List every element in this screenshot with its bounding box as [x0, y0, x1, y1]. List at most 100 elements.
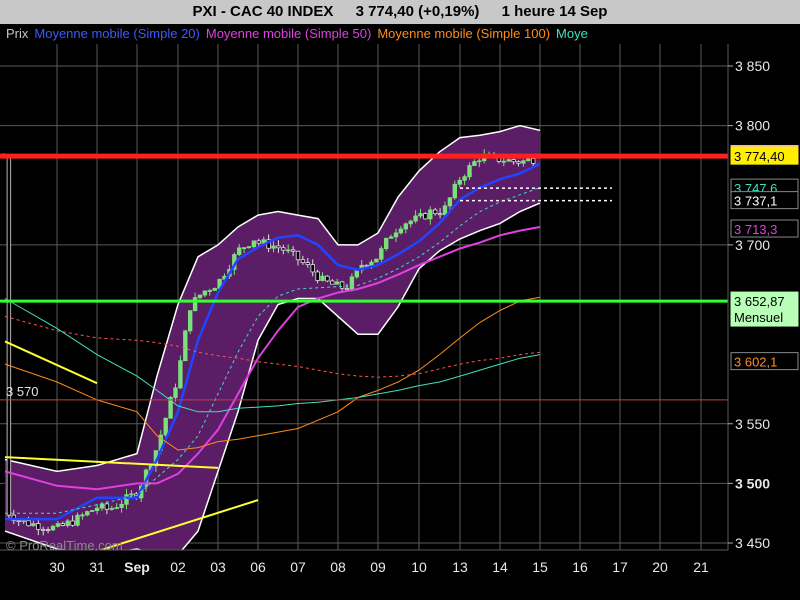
- price-label-text-5-1: Mensuel: [734, 310, 783, 325]
- candle-body-41: [202, 290, 208, 296]
- price-chart[interactable]: 3 5703 4503 5003 5503 7003 8003 8503 775…: [0, 24, 800, 600]
- candle-body-63: [310, 264, 315, 273]
- x-tick-label-4: 03: [210, 559, 226, 575]
- candle-body-104: [511, 159, 516, 163]
- x-tick-label-14: 17: [612, 559, 628, 575]
- x-tick-label-11: 14: [492, 559, 508, 575]
- candle-body-24: [119, 503, 124, 508]
- candle-body-69: [339, 281, 345, 289]
- candle-body-57: [281, 247, 286, 251]
- candle-body-82: [403, 223, 408, 230]
- candle-body-102: [501, 160, 506, 163]
- candle-body-78: [383, 237, 389, 249]
- price-label-text-3-0: 3 737,1: [734, 194, 777, 209]
- candle-body-49: [241, 247, 247, 250]
- candle-body-11: [55, 523, 61, 527]
- candle-body-4: [21, 520, 26, 523]
- candle-body-40: [197, 294, 203, 299]
- candle-body-80: [393, 232, 399, 238]
- candle-body-55: [271, 245, 276, 249]
- candle-body-92: [452, 183, 457, 199]
- candle-body-42: [207, 290, 212, 292]
- candle-body-7: [36, 523, 41, 530]
- candle-body-68: [334, 281, 340, 285]
- chart-price: 3 774,40 (+0,19%): [355, 3, 480, 20]
- candle-body-8: [41, 528, 46, 531]
- candle-body-65: [320, 275, 325, 281]
- candle-body-25: [124, 494, 129, 505]
- candle-body-103: [506, 159, 511, 162]
- x-tick-label-0: 30: [49, 559, 65, 575]
- candle-body-88: [432, 209, 438, 215]
- chart-legend: Prix Moyenne mobile (Simple 20) Moyenne mo…: [0, 24, 730, 44]
- candle-body-90: [442, 205, 448, 216]
- candle-body-10: [50, 525, 56, 531]
- candle-body-26: [129, 493, 134, 496]
- chart-period: 1 heure 14 Sep: [501, 3, 608, 20]
- candle-body-18: [90, 510, 95, 512]
- candle-body-13: [65, 520, 70, 526]
- y-tick-label-4: 3 800: [735, 118, 770, 134]
- candle-body-70: [344, 287, 350, 290]
- candle-body-71: [349, 276, 355, 290]
- candle-body-84: [413, 215, 418, 222]
- candle-body-58: [285, 249, 291, 252]
- candle-body-91: [447, 197, 453, 207]
- candle-body-97: [477, 160, 482, 163]
- x-tick-label-10: 13: [452, 559, 468, 575]
- candle-body-56: [276, 245, 281, 249]
- x-tick-label-15: 20: [652, 559, 668, 575]
- y-tick-label-0: 3 450: [735, 535, 770, 551]
- level-label-3570: 3 570: [6, 384, 39, 399]
- candle-body-67: [330, 280, 335, 285]
- candle-body-95: [467, 165, 472, 178]
- candle-body-43: [212, 288, 217, 291]
- chart-title-bar: PXI - CAC 40 INDEX 3 774,40 (+0,19%) 1 h…: [0, 0, 800, 24]
- candle-body-87: [428, 209, 433, 220]
- y-tick-label-3: 3 700: [735, 237, 770, 253]
- candle-body-96: [472, 161, 477, 166]
- candle-body-14: [70, 520, 75, 526]
- candle-body-61: [300, 259, 306, 263]
- x-tick-label-9: 10: [411, 559, 427, 575]
- candle-body-19: [94, 507, 100, 511]
- candle-body-17: [85, 511, 90, 516]
- x-tick-label-3: 02: [170, 559, 186, 575]
- legend-item-3[interactable]: Moyenne mobile (Simple 100): [377, 26, 550, 41]
- candle-body-93: [457, 179, 462, 185]
- price-label-text-1-0: 3 774,40: [734, 149, 785, 164]
- x-tick-label-5: 06: [250, 559, 266, 575]
- x-axis-panel: [0, 550, 800, 600]
- x-tick-label-12: 15: [532, 559, 548, 575]
- candle-body-83: [408, 220, 413, 225]
- candle-body-76: [374, 258, 379, 263]
- legend-item-2[interactable]: Moyenne mobile (Simple 50): [206, 26, 371, 41]
- candle-body-33: [163, 417, 168, 436]
- price-label-text-6-0: 3 602,1: [734, 355, 777, 370]
- candle-body-50: [246, 246, 252, 249]
- candle-body-60: [295, 250, 301, 261]
- candle-body-21: [104, 503, 110, 510]
- candle-body-36: [178, 360, 183, 389]
- candle-body-48: [236, 247, 242, 255]
- candle-body-74: [364, 264, 369, 267]
- candle-body-52: [256, 240, 261, 244]
- candle-body-62: [305, 262, 310, 265]
- x-tick-label-7: 08: [330, 559, 346, 575]
- legend-item-1[interactable]: Moyenne mobile (Simple 20): [34, 26, 199, 41]
- candle-body-106: [521, 160, 526, 164]
- x-tick-label-1: 31: [89, 559, 105, 575]
- legend-item-0[interactable]: Prix: [6, 26, 28, 41]
- legend-item-4[interactable]: Moye: [556, 26, 588, 41]
- candle-body-22: [109, 508, 114, 510]
- candle-body-79: [388, 236, 394, 239]
- candle-body-9: [45, 529, 51, 532]
- candle-body-16: [80, 514, 85, 517]
- chart-symbol: PXI - CAC 40 INDEX: [192, 3, 334, 20]
- candle-body-37: [183, 330, 188, 362]
- candle-body-3: [16, 520, 21, 523]
- x-tick-label-8: 09: [370, 559, 386, 575]
- candle-body-20: [99, 503, 105, 509]
- candle-body-15: [75, 514, 80, 526]
- candle-body-5: [26, 520, 31, 527]
